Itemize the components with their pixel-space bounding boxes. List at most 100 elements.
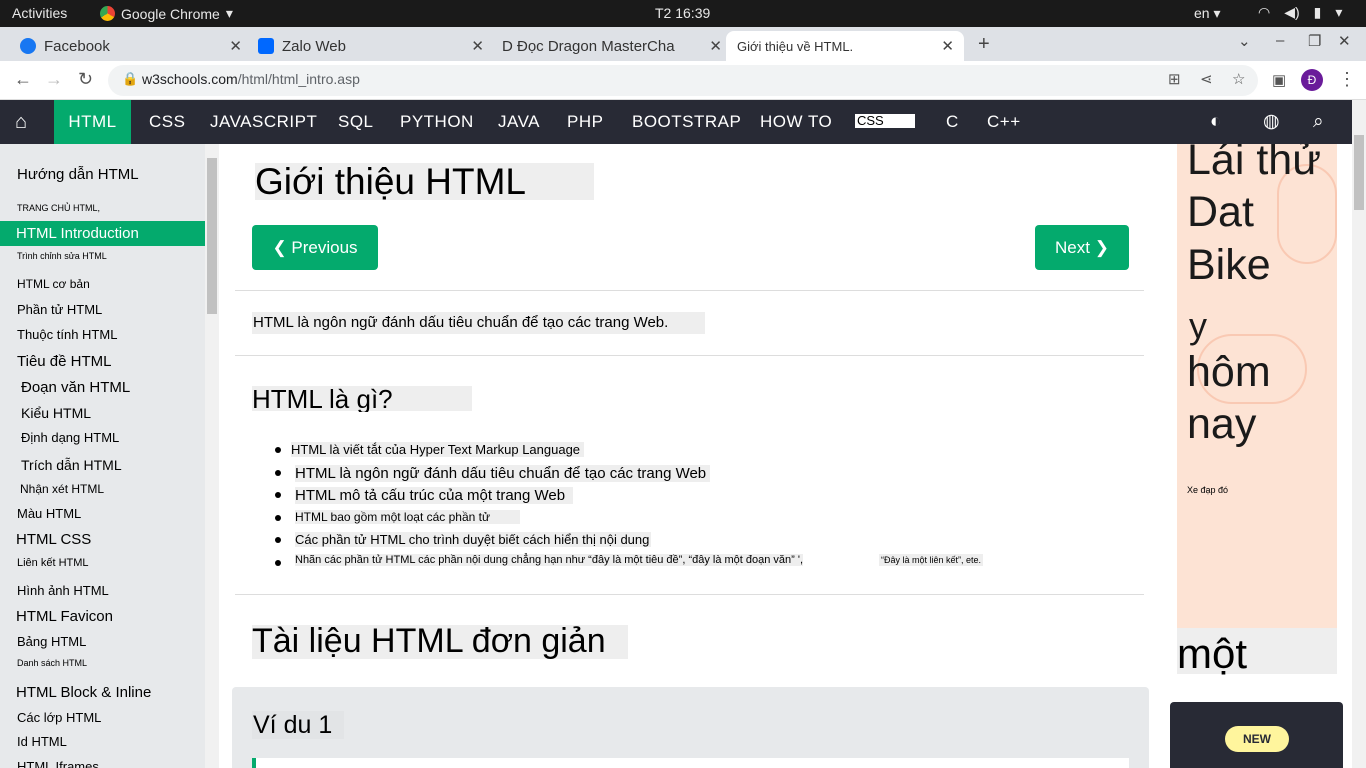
- reload-icon[interactable]: ↻: [78, 69, 93, 90]
- bookmark-star-icon[interactable]: ☆: [1232, 70, 1245, 88]
- clock[interactable]: T2 16:39: [655, 5, 710, 21]
- tab-dragon[interactable]: D Đọc Dragon MasterCha ✕: [482, 31, 726, 61]
- language-indicator[interactable]: en ▾: [1194, 5, 1221, 22]
- new-badge[interactable]: NEW: [1225, 726, 1289, 752]
- nav-css-2[interactable]: CSS: [855, 114, 915, 128]
- sidebar-item-links[interactable]: Liên kết HTML: [17, 557, 89, 569]
- sidebar-item-iframes[interactable]: HTML Iframes: [17, 759, 99, 768]
- side-panel-icon[interactable]: ▣: [1272, 71, 1286, 89]
- lock-icon: 🔒: [122, 71, 139, 86]
- sidebar-item-attributes[interactable]: Thuộc tính HTML: [17, 327, 117, 342]
- sidebar-item-styles[interactable]: Kiểu HTML: [21, 405, 91, 421]
- address-bar[interactable]: 🔒 w3schools.com/html/html_intro.asp ⊞ ⋖ …: [108, 65, 1258, 96]
- bullet: [275, 447, 281, 453]
- previous-button[interactable]: ❮ Previous: [252, 225, 378, 270]
- w3-topnav: ⌂ HTML CSS JAVASCRIPT SQL PYTHON JAVA PH…: [0, 100, 1352, 144]
- avatar[interactable]: Đ: [1301, 69, 1323, 91]
- tab-facebook[interactable]: Facebook ✕: [0, 31, 246, 61]
- tab-strip: Facebook ✕ Zalo Web ✕ D Đọc Dragon Maste…: [0, 27, 1366, 61]
- nav-sql[interactable]: SQL: [338, 100, 374, 144]
- ad-text: hôm: [1187, 348, 1271, 396]
- sidebar: Hướng dẫn HTML TRANG CHỦ HTML, HTML Intr…: [0, 144, 205, 768]
- sidebar-item-paragraphs[interactable]: Đoạn văn HTML: [21, 379, 130, 396]
- ad-small-text: Xe đạp đó: [1187, 485, 1229, 495]
- nav-bootstrap[interactable]: BOOTSTRAP: [632, 100, 741, 144]
- sidebar-item-elements[interactable]: Phần tử HTML: [17, 302, 102, 317]
- sidebar-item-quotations[interactable]: Trích dẫn HTML: [21, 457, 122, 473]
- nav-php[interactable]: PHP: [567, 100, 603, 144]
- nav-how-to[interactable]: HOW TO: [760, 100, 832, 144]
- promo-box[interactable]: NEW: [1170, 702, 1343, 768]
- list-item: HTML bao gồm một loạt các phần tử: [295, 510, 521, 524]
- sidebar-item-headings[interactable]: Tiêu đề HTML: [17, 353, 111, 370]
- sidebar-item-classes[interactable]: Các lớp HTML: [17, 710, 101, 725]
- sidebar-item-basic[interactable]: HTML cơ bản: [17, 277, 90, 291]
- theme-toggle-icon[interactable]: ◐: [1210, 100, 1222, 144]
- sidebar-item-id[interactable]: Id HTML: [17, 734, 67, 749]
- nav-c[interactable]: C: [946, 100, 959, 144]
- home-icon[interactable]: ⌂: [15, 100, 28, 144]
- sidebar-scrollbar[interactable]: [205, 144, 219, 768]
- ad-caption: một: [1177, 628, 1337, 677]
- back-icon[interactable]: ←: [14, 69, 32, 90]
- url-text[interactable]: w3schools.com/html/html_intro.asp: [142, 71, 360, 87]
- sidebar-item-tables[interactable]: Bảng HTML: [17, 634, 86, 649]
- divider: [235, 290, 1144, 291]
- activities-button[interactable]: Activities: [12, 5, 67, 21]
- next-button[interactable]: Next ❯: [1035, 225, 1129, 270]
- sidebar-item-css[interactable]: HTML CSS: [16, 531, 91, 548]
- what-heading: HTML là gì?: [252, 384, 393, 412]
- nav-cpp[interactable]: C++: [987, 100, 1021, 144]
- menu-icon[interactable]: ⋮: [1338, 69, 1356, 90]
- os-top-bar: Activities Google Chrome ▾ T2 16:39 en ▾…: [0, 0, 1366, 27]
- list-item: HTML là ngôn ngữ đánh dấu tiêu chuẩn để …: [295, 465, 711, 482]
- tab-label: Facebook: [44, 37, 110, 55]
- sidebar-item-formatting[interactable]: Định dạng HTML: [21, 430, 119, 445]
- forward-icon[interactable]: →: [45, 69, 63, 90]
- list-item: Nhãn các phần tử HTML các phần nội dung …: [295, 554, 804, 566]
- sidebar-item-comments[interactable]: Nhận xét HTML: [20, 482, 104, 496]
- main-content: Giới thiệu HTML ❮ Previous Next ❯ HTML l…: [219, 144, 1164, 768]
- app-menu[interactable]: Google Chrome ▾: [100, 5, 233, 22]
- ad-banner[interactable]: Lái thử Dat Bike y hôm nay Xe đạp đó: [1177, 144, 1337, 628]
- minimize-icon[interactable]: –: [1276, 32, 1284, 49]
- facebook-icon: [20, 38, 36, 54]
- sidebar-item-favicon[interactable]: HTML Favicon: [16, 608, 113, 625]
- chrome-icon: [100, 6, 115, 21]
- app-name: Google Chrome: [121, 5, 220, 22]
- share-icon[interactable]: ⋖: [1200, 70, 1213, 88]
- new-tab-icon[interactable]: +: [978, 33, 990, 56]
- sidebar-item-images[interactable]: Hình ảnh HTML: [17, 583, 109, 598]
- close-icon[interactable]: ✕: [709, 37, 722, 55]
- close-icon[interactable]: ✕: [941, 37, 954, 55]
- nav-python[interactable]: PYTHON: [400, 100, 474, 144]
- list-item: HTML là viết tắt của Hyper Text Markup L…: [291, 442, 585, 457]
- sidebar-item-lists[interactable]: Danh sách HTML: [17, 658, 87, 668]
- tab-search-icon[interactable]: ⌄: [1238, 32, 1251, 50]
- sidebar-item-colors[interactable]: Màu HTML: [17, 506, 81, 521]
- chevron-down-icon: ▾: [225, 5, 233, 21]
- sidebar-item-home[interactable]: TRANG CHỦ HTML,: [17, 203, 100, 213]
- close-window-icon[interactable]: ✕: [1338, 32, 1351, 50]
- system-tray[interactable]: ◠ ◀) ▮ ▾: [1258, 4, 1342, 21]
- nav-javascript[interactable]: JAVASCRIPT: [210, 100, 317, 144]
- sidebar-item-editor[interactable]: Trình chỉnh sửa HTML: [17, 251, 107, 261]
- scroll-thumb[interactable]: [1354, 135, 1364, 210]
- nav-html[interactable]: HTML: [54, 100, 131, 144]
- scroll-thumb[interactable]: [207, 158, 217, 314]
- volume-icon: ◀): [1284, 4, 1300, 20]
- tab-zalo[interactable]: Zalo Web ✕: [238, 31, 488, 61]
- translate-icon[interactable]: ⊞: [1168, 70, 1181, 88]
- tab-html-intro[interactable]: Giới thiệu về HTML. ✕: [726, 31, 964, 61]
- ad-text: Lái thử: [1187, 144, 1321, 184]
- sidebar-item-block-inline[interactable]: HTML Block & Inline: [16, 684, 151, 701]
- nav-java[interactable]: JAVA: [498, 100, 540, 144]
- restore-icon[interactable]: ❐: [1308, 32, 1321, 50]
- bullet: [275, 492, 281, 498]
- page-scrollbar[interactable]: [1352, 100, 1366, 768]
- sidebar-item-introduction[interactable]: HTML Introduction: [0, 221, 205, 246]
- intro-text: HTML là ngôn ngữ đánh dấu tiêu chuẩn để …: [253, 314, 669, 331]
- search-icon[interactable]: ⌕: [1313, 100, 1324, 144]
- globe-icon[interactable]: ◍: [1263, 100, 1280, 144]
- nav-css[interactable]: CSS: [149, 100, 185, 144]
